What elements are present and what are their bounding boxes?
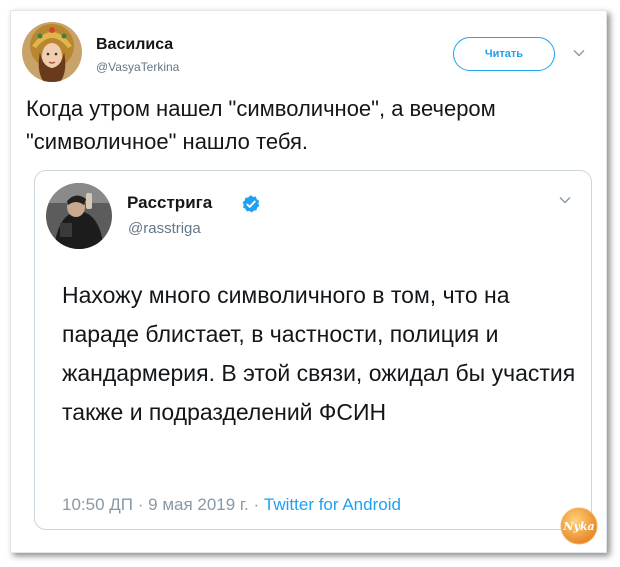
verified-badge-icon	[242, 195, 260, 213]
meta-separator: ·	[137, 495, 144, 514]
quoted-author-handle[interactable]: @rasstriga	[128, 220, 201, 237]
chevron-down-icon[interactable]	[572, 46, 586, 60]
quoted-tweet-meta: 10:50 ДП · 9 мая 2019 г. · Twitter for A…	[62, 495, 401, 515]
tweet-date[interactable]: 9 мая 2019 г.	[148, 495, 249, 514]
watermark-logo: Nyka	[560, 507, 598, 545]
avatar-image	[46, 183, 112, 249]
quoted-author-name[interactable]: Расстрига	[127, 193, 212, 213]
tweet-source-link[interactable]: Twitter for Android	[264, 495, 401, 514]
author-avatar[interactable]	[22, 22, 82, 82]
tweet-time[interactable]: 10:50 ДП	[62, 495, 133, 514]
chevron-down-icon[interactable]	[558, 193, 572, 207]
follow-button[interactable]: Читать	[453, 37, 555, 71]
svg-text:Nyka: Nyka	[562, 520, 594, 533]
meta-separator: ·	[253, 495, 260, 514]
tweet-text: Когда утром нашел "символичное", а вечер…	[26, 96, 496, 154]
quoted-author-avatar[interactable]	[46, 183, 112, 249]
avatar-image	[22, 22, 82, 82]
quoted-tweet-text: Нахожу много символичного в том, что на …	[62, 282, 576, 425]
author-handle[interactable]: @VasyaTerkina	[96, 60, 179, 74]
author-name[interactable]: Василиса	[96, 36, 173, 54]
